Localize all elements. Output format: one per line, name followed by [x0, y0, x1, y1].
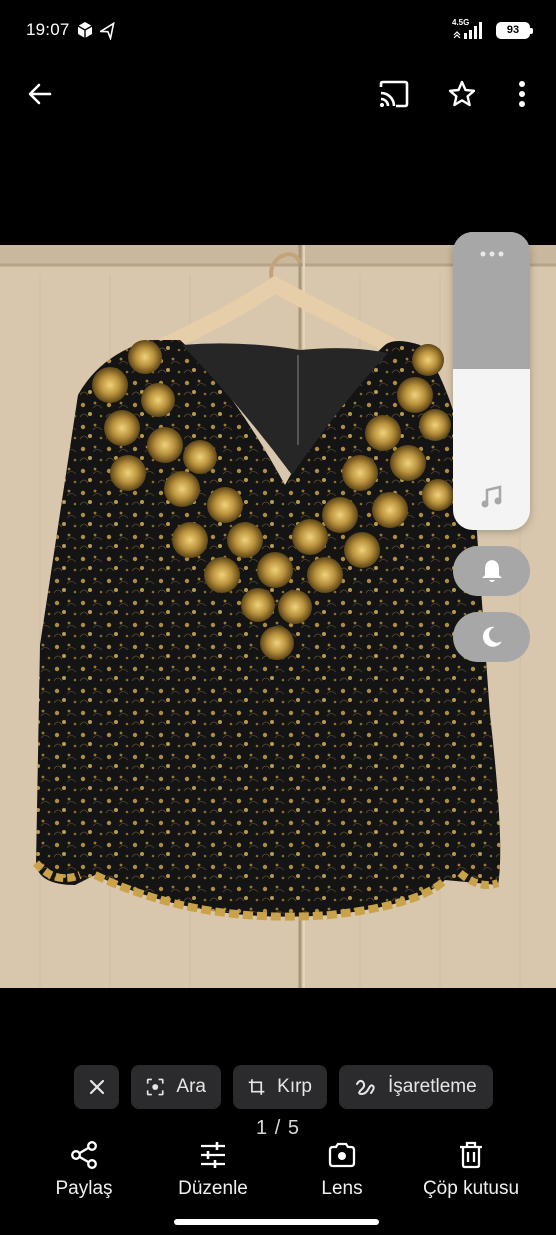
page-indicator: 1 / 5 [256, 1117, 300, 1139]
crop-icon [248, 1079, 265, 1095]
battery-level: 93 [506, 24, 520, 36]
lens-search-icon [146, 1078, 164, 1096]
signal-bars-icon [453, 22, 482, 39]
lens-icon [328, 1142, 356, 1168]
markup-icon [356, 1079, 375, 1096]
arrow-left-icon [28, 83, 52, 105]
lens-label: Lens [321, 1178, 363, 1199]
more-horiz-icon[interactable] [479, 250, 505, 258]
volume-panel[interactable] [453, 232, 530, 530]
close-icon [89, 1079, 104, 1095]
home-indicator[interactable] [174, 1219, 379, 1225]
search-chip-label: Ara [176, 1076, 206, 1097]
signal-indicator: 4.5G [452, 18, 488, 39]
tune-icon [201, 1142, 225, 1168]
navigation-icon [100, 21, 115, 40]
more-vert-icon [519, 81, 525, 107]
close-chip[interactable] [74, 1065, 119, 1109]
edit-button[interactable]: Düzenle [143, 1140, 283, 1200]
crop-chip-label: Kırp [277, 1076, 312, 1097]
trash-label: Çöp kutusu [422, 1178, 520, 1199]
edit-label: Düzenle [178, 1178, 248, 1199]
do-not-disturb-button[interactable] [453, 612, 530, 662]
trash-icon [460, 1141, 482, 1169]
markup-chip[interactable]: İşaretleme [339, 1065, 493, 1109]
crop-chip[interactable]: Kırp [233, 1065, 327, 1109]
battery-indicator: 93 [496, 21, 533, 39]
search-chip[interactable]: Ara [131, 1065, 221, 1109]
moon-icon [482, 626, 502, 647]
lens-button[interactable]: Lens [272, 1140, 412, 1200]
trash-button[interactable]: Çöp kutusu [401, 1140, 541, 1200]
markup-chip-label: İşaretleme [388, 1076, 477, 1097]
notification-cube-icon [77, 22, 93, 38]
cast-icon [379, 80, 409, 108]
share-button[interactable]: Paylaş [14, 1140, 154, 1200]
share-label: Paylaş [55, 1178, 113, 1199]
share-icon [71, 1141, 97, 1169]
favorite-button[interactable] [442, 74, 482, 114]
more-options-button[interactable] [502, 74, 542, 114]
star-outline-icon [448, 80, 476, 107]
status-indicators: 4.5G 93 [452, 18, 533, 40]
back-button[interactable] [20, 74, 60, 114]
bell-icon [481, 560, 502, 582]
ring-mode-button[interactable] [453, 546, 530, 596]
cast-button[interactable] [374, 74, 414, 114]
status-time: 19:07 [26, 20, 70, 39]
music-note-icon [481, 485, 502, 508]
